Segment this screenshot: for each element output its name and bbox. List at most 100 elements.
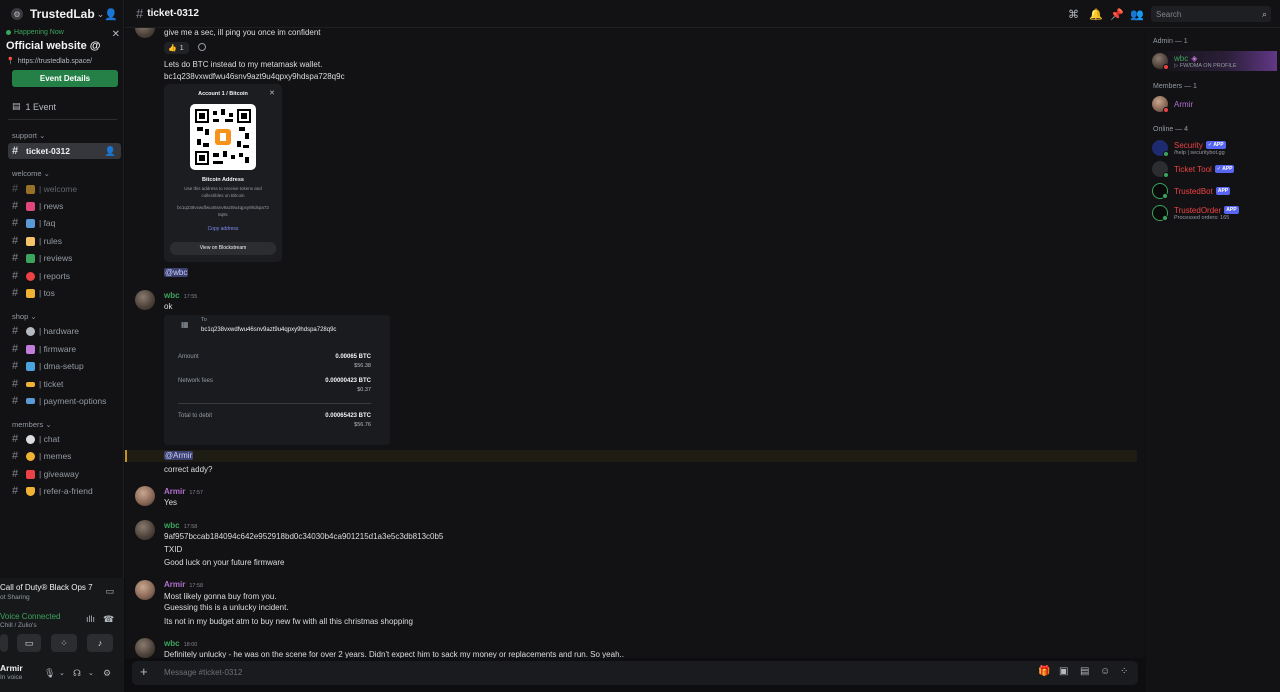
gift-icon[interactable]: 🎁 (1038, 666, 1050, 677)
channel-reports[interactable]: # | reports (8, 268, 121, 284)
avatar-wbc[interactable] (135, 520, 155, 540)
member-info: TrustedOrder APP Processed orders: 165 (1174, 206, 1239, 221)
channel-giveaway[interactable]: # | giveaway (8, 466, 121, 482)
message-input[interactable]: Message #ticket-0312 (164, 668, 242, 677)
channel-reviews[interactable]: # | reviews (8, 250, 121, 266)
activities-button[interactable]: ⁘ (51, 634, 77, 652)
server-header[interactable]: ⚙ TrustedLab ⌄ 👤 (0, 0, 124, 28)
author-name[interactable]: wbc (164, 521, 180, 530)
avatar-armir[interactable] (135, 486, 155, 506)
channel-payment-options[interactable]: # | payment-options (8, 393, 121, 409)
event-location[interactable]: 📍 https://trustedlab.space/ (6, 57, 122, 66)
channel-rules[interactable]: # | rules (8, 233, 121, 249)
user-name[interactable]: Armir (0, 663, 23, 673)
member-armir[interactable]: Armir (1152, 94, 1277, 114)
message-author: wbc 18:00 (164, 639, 197, 648)
view-on-blockstream-button: View on Blockstream (170, 242, 276, 255)
invite-people-icon[interactable]: 👤 (104, 8, 118, 21)
member-ticket-tool[interactable]: Ticket Tool ✓ APP (1152, 159, 1277, 179)
close-icon: ✕ (269, 90, 275, 97)
category-label: welcome (12, 169, 42, 178)
member-wbc[interactable]: wbc ◈ ▷ FW/DMA ON PROFILE (1152, 51, 1277, 71)
member-name-text: TrustedOrder (1174, 205, 1222, 215)
avatar-armir[interactable] (135, 580, 155, 600)
category-members[interactable]: members ⌄ (12, 420, 52, 429)
author-name[interactable]: Armir (164, 580, 185, 589)
message-composer[interactable]: + Message #ticket-0312 🎁 ▣ ▤ ☺ ⁘ (132, 661, 1138, 685)
soundboard-button[interactable]: ♪ (87, 634, 113, 652)
tx-to-label: To (201, 317, 207, 323)
events-link[interactable]: ▤ 1 Event (12, 101, 56, 112)
event-details-button[interactable]: Event Details (12, 70, 118, 87)
camera-button[interactable] (0, 634, 8, 652)
author-name[interactable]: Armir (164, 487, 185, 496)
channel-label: | payment-options (39, 396, 107, 406)
member-list-icon[interactable]: 👥 (1130, 8, 1144, 21)
channel-faq[interactable]: # | faq (8, 215, 121, 231)
gif-icon[interactable]: ▣ (1059, 666, 1068, 677)
author-name[interactable]: wbc (164, 639, 180, 648)
apps-icon[interactable]: ⁘ (1120, 666, 1128, 677)
chevron-down-icon[interactable]: ⌄ (88, 669, 94, 677)
noise-suppression-icon[interactable]: ıllı (86, 614, 95, 624)
headphones-icon[interactable]: ☊ (73, 668, 81, 679)
channel-firmware[interactable]: # | firmware (8, 341, 121, 357)
voice-channel[interactable]: Chill / Zulio's (0, 622, 37, 629)
transaction-screenshot[interactable]: ▦ To bc1q238vxwdfwu46snv9azt9u4qpxy9hdsp… (164, 315, 390, 445)
screen-share-button[interactable]: ▭ (17, 634, 41, 652)
add-reaction-icon[interactable] (198, 43, 206, 51)
hash-icon: # (12, 378, 19, 390)
member-trustedorder[interactable]: TrustedOrder APP Processed orders: 165 (1152, 203, 1277, 223)
search-input[interactable]: Search ⌕ (1151, 6, 1271, 22)
grid-icon: ▦ (181, 320, 189, 329)
channel-hardware[interactable]: # | hardware (8, 323, 121, 339)
author-name[interactable]: wbc (164, 291, 180, 300)
location-pin-icon: 📍 (6, 58, 15, 65)
chevron-down-icon: ⌄ (96, 8, 105, 19)
add-member-icon[interactable]: 👤 (105, 146, 116, 157)
channel-dma-setup[interactable]: # | dma-setup (8, 358, 121, 374)
reaction-count: 1 (179, 44, 184, 52)
event-url: https://trustedlab.space/ (17, 57, 93, 65)
sticker-icon[interactable]: ▤ (1080, 666, 1089, 677)
microphone-icon[interactable]: 🎙 (44, 668, 55, 679)
plus-icon[interactable]: + (140, 664, 148, 679)
category-welcome[interactable]: welcome ⌄ (12, 169, 50, 178)
channel-ticket[interactable]: # | ticket (8, 376, 121, 392)
pin-icon[interactable]: 📌 (1110, 8, 1124, 21)
gear-icon[interactable]: ⚙ (103, 668, 111, 679)
category-shop[interactable]: shop ⌄ (12, 312, 37, 321)
chevron-down-icon[interactable]: ⌄ (59, 669, 65, 677)
screen-share-icon[interactable]: ▭ (105, 586, 114, 597)
wallet-screenshot[interactable]: Account 1 / Bitcoin ✕ Bitcoin Address Us… (164, 84, 282, 262)
channel-ticket-0312[interactable]: # ticket-0312 👤 (8, 143, 121, 159)
voice-status[interactable]: Voice Connected (0, 612, 61, 621)
close-icon[interactable]: ✕ (112, 29, 120, 40)
channel-refer-a-friend[interactable]: # | refer-a-friend (8, 483, 121, 499)
member-trustedbot[interactable]: TrustedBot APP (1152, 181, 1277, 201)
bitcoin-address: bc1q238vxwdfwu46snv9azt9u4qpxy9hdspa728q… (177, 205, 269, 217)
channel-news[interactable]: # | news (8, 198, 121, 214)
avatar-wbc[interactable] (135, 290, 155, 310)
channel-welcome[interactable]: # | welcome (8, 181, 121, 197)
member-list: Admin — 1 wbc ◈ ▷ FW/DMA ON PROFILE Membe… (1146, 28, 1280, 692)
threads-icon[interactable]: ⌘ (1068, 8, 1079, 21)
member-name: TrustedOrder APP (1174, 206, 1239, 215)
channel-tos[interactable]: # | tos (8, 285, 121, 301)
member-security[interactable]: Security ✓ APP /help | securitybot.gg (1152, 138, 1277, 158)
bell-icon[interactable]: 🔔 (1089, 8, 1103, 21)
mention-armir[interactable]: @Armir (164, 451, 194, 460)
category-support[interactable]: support ⌄ (12, 131, 45, 140)
online-status-icon (1162, 215, 1168, 221)
mention-wbc[interactable]: @wbc (164, 268, 189, 277)
reaction-thumbs-up[interactable]: 👍 1 (164, 42, 189, 54)
voice-panel: Voice Connected Chill / Zulio's ıllı ☎ ▭… (0, 608, 124, 658)
disconnect-icon[interactable]: ☎ (103, 614, 114, 625)
avatar-wbc[interactable] (135, 638, 155, 658)
avatar[interactable] (135, 28, 155, 38)
channel-label: ticket-0312 (26, 146, 70, 156)
emoji-icon[interactable]: ☺ (1100, 666, 1110, 677)
warning-icon (26, 288, 35, 298)
channel-chat[interactable]: # | chat (8, 431, 121, 447)
channel-memes[interactable]: # | memes (8, 448, 121, 464)
